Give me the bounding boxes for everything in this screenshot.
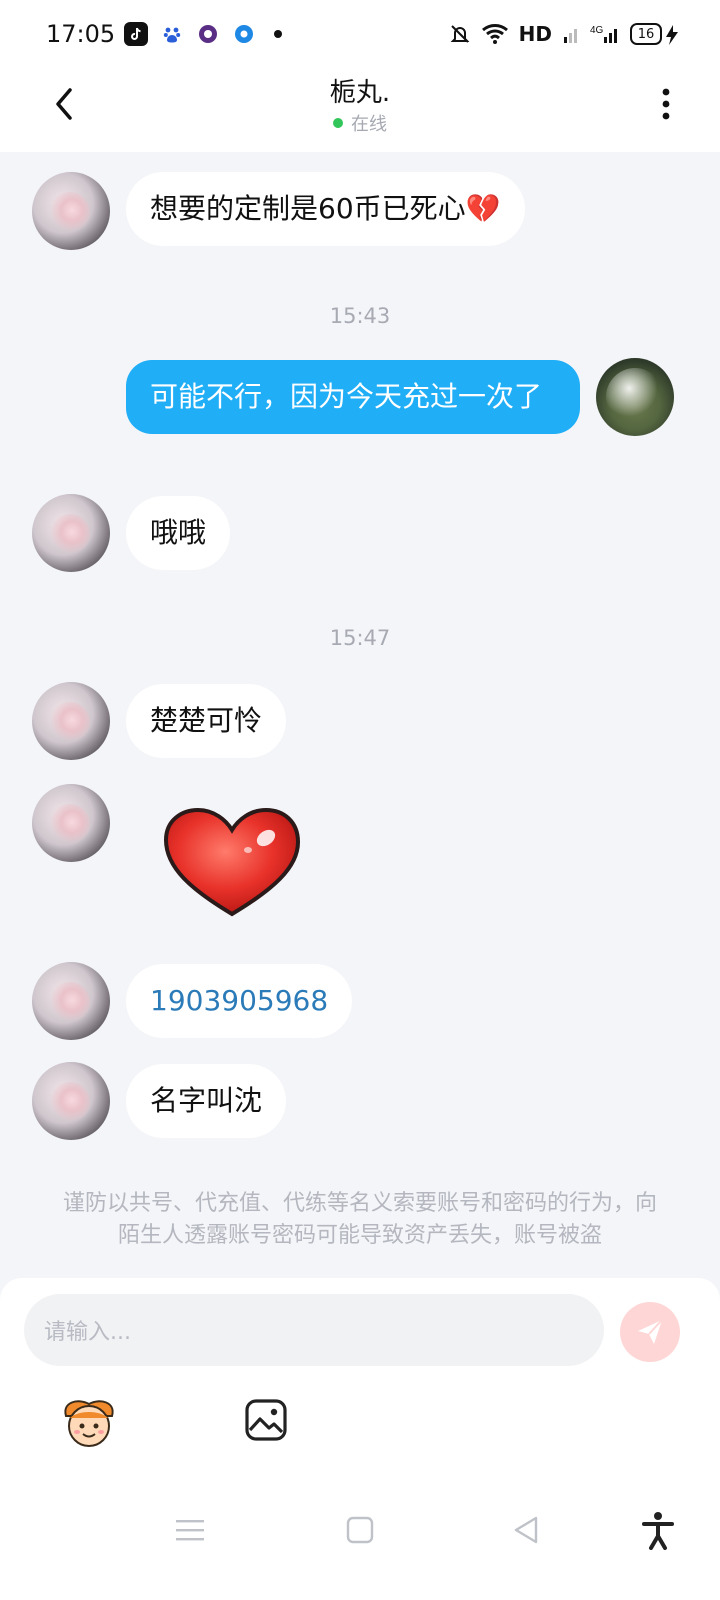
- home-square-icon[interactable]: [340, 1510, 380, 1550]
- message-input[interactable]: 请输入...: [24, 1294, 604, 1366]
- message-bubble-received[interactable]: 名字叫沈: [126, 1064, 287, 1138]
- message-bubble-received-number[interactable]: 1903905968: [126, 964, 353, 1038]
- status-notification-icons: [124, 22, 282, 46]
- baidu-paw-icon: [160, 22, 184, 46]
- app-blue-icon: [232, 22, 256, 46]
- message-bubble-sent[interactable]: 可能不行，因为今天充过一次了: [126, 360, 580, 434]
- battery-indicator: 16: [630, 23, 662, 45]
- emoji-sticker-icon[interactable]: [60, 1396, 118, 1448]
- network-hd-label: HD: [518, 22, 552, 46]
- message-timestamp: 15:43: [329, 304, 391, 328]
- online-status-text: 在线: [351, 114, 387, 135]
- more-options-button[interactable]: [652, 84, 680, 124]
- send-icon: [638, 1319, 663, 1344]
- wifi-icon: [481, 24, 508, 44]
- status-time: 17:05: [46, 20, 116, 48]
- contact-name: 栀丸.: [329, 78, 391, 108]
- contact-avatar[interactable]: [32, 1062, 110, 1140]
- my-avatar[interactable]: [596, 358, 674, 436]
- contact-avatar[interactable]: [32, 172, 110, 250]
- contact-avatar[interactable]: [32, 494, 110, 572]
- accessibility-icon[interactable]: [638, 1510, 678, 1550]
- chat-header: 栀丸. 在线: [0, 70, 720, 152]
- app-violet-icon: [196, 22, 220, 46]
- system-nav-bar: [0, 1490, 720, 1600]
- message-bubble-received[interactable]: 哦哦: [126, 496, 231, 570]
- contact-avatar[interactable]: [32, 784, 110, 862]
- send-button[interactable]: [620, 1302, 680, 1362]
- online-status: 在线: [0, 110, 720, 136]
- back-triangle-icon[interactable]: [506, 1510, 546, 1550]
- message-bubble-received[interactable]: 楚楚可怜: [126, 684, 287, 758]
- tiktok-icon: [124, 22, 148, 46]
- online-dot-icon: [333, 118, 343, 128]
- heart-sticker[interactable]: [162, 806, 302, 918]
- contact-avatar[interactable]: [32, 682, 110, 760]
- charging-bolt-icon: [666, 25, 678, 45]
- image-icon[interactable]: [244, 1398, 288, 1442]
- security-notice: 谨防以共号、代充值、代练等名义索要账号和密码的行为，向陌生人透露账号密码可能导致…: [62, 1191, 657, 1248]
- chat-screen: 17:05 HD 4G 16 栀丸. 在线 想要的定制是60币已死心💔 15:4…: [0, 0, 720, 1600]
- message-timestamp: 15:47: [329, 626, 391, 650]
- mute-bell-icon: [450, 25, 470, 43]
- svg-text:4G: 4G: [590, 25, 604, 36]
- menu-icon[interactable]: [170, 1510, 210, 1550]
- status-indicators: HD 4G 16: [449, 22, 662, 46]
- signal-1-icon: [564, 29, 577, 43]
- status-bar: 17:05 HD 4G 16: [0, 0, 720, 70]
- more-vertical-icon: [662, 88, 670, 120]
- contact-avatar[interactable]: [32, 962, 110, 1040]
- signal-2-icon: 4G: [590, 25, 617, 43]
- more-notifications-dot: [274, 30, 282, 38]
- message-bubble-received[interactable]: 想要的定制是60币已死心💔: [126, 172, 525, 246]
